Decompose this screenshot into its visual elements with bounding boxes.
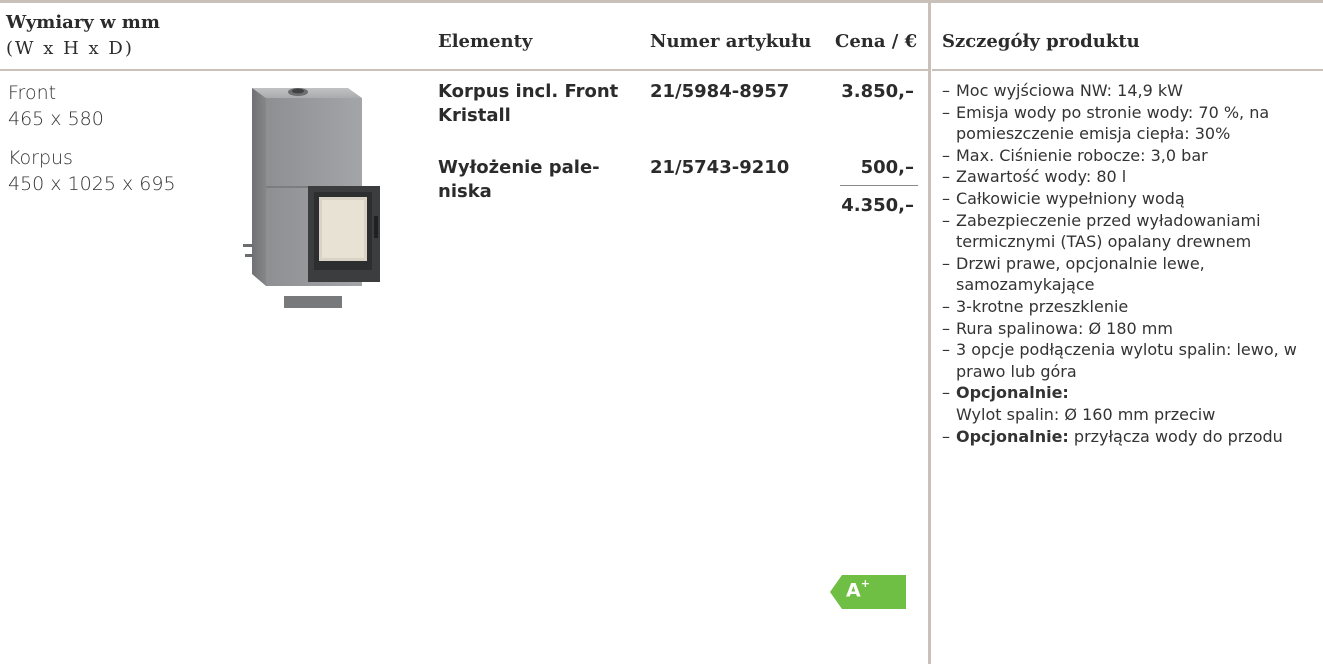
- detail-text: Emisja wody po stronie wody: 70 %, na po…: [956, 102, 1270, 144]
- row-1-element-line1: Korpus incl. Front: [438, 81, 619, 102]
- detail-item: 3-krotne przeszklenie: [942, 296, 1317, 318]
- detail-text: Moc wyjściowa NW: 14,9 kW: [956, 81, 1183, 100]
- detail-text: Zabezpieczenie przed wyładowaniami termi…: [956, 210, 1261, 252]
- header-product-details: Szczegóły produktu: [942, 31, 1140, 52]
- detail-item: Drzwi prawe, opcjonalnie lewe, samozamyk…: [942, 253, 1317, 296]
- detail-item: Opcjonalnie:Wylot spalin: Ø 160 mm przec…: [942, 382, 1317, 425]
- detail-text: Max. Ciśnienie robocze: 3,0 bar: [956, 145, 1208, 165]
- detail-item: Max. Ciśnienie robocze: 3,0 bar: [942, 145, 1317, 167]
- header-rule-right: [932, 69, 1323, 71]
- detail-text: Drzwi prawe, opcjonalnie lewe, samozamyk…: [956, 253, 1205, 295]
- top-rule: [0, 0, 1323, 3]
- detail-item: Całkowicie wypełniony wodą: [942, 188, 1317, 210]
- detail-text: przyłącza wody do przodu: [1073, 426, 1283, 446]
- detail-text: 3-krotne przeszklenie: [956, 296, 1129, 316]
- header-article-number: Numer artykułu: [650, 31, 812, 52]
- row-1-element-line2: Kristall: [438, 105, 511, 126]
- header-rule: [0, 69, 928, 71]
- header-price: Cena / €: [835, 31, 918, 52]
- dimension-front-label: Front: [8, 82, 57, 104]
- column-separator: [928, 0, 931, 664]
- energy-class-text: A+: [846, 577, 870, 602]
- row-2-element-line1: Wyłożenie pale-: [438, 157, 600, 178]
- row-1-price: 3.850,–: [841, 81, 914, 102]
- header-dimensions: Wymiary w mm: [6, 12, 160, 33]
- header-elements: Elementy: [438, 31, 533, 52]
- row-2-price: 500,–: [860, 157, 914, 178]
- detail-item: Zabezpieczenie przed wyładowaniami termi…: [942, 210, 1317, 253]
- total-rule: [840, 185, 918, 186]
- detail-item: Moc wyjściowa NW: 14,9 kW: [942, 80, 1317, 102]
- stove-product-image: [243, 88, 380, 308]
- dimension-korpus-value: 450 x 1025 x 695: [8, 173, 176, 195]
- product-details-list: Moc wyjściowa NW: 14,9 kW Emisja wody po …: [942, 80, 1317, 447]
- dimension-korpus-label: Korpus: [8, 147, 73, 169]
- detail-text: 3 opcje podłączenia wylotu spalin: lewo,…: [956, 340, 1297, 381]
- detail-text: Rura spalinowa: Ø 180 mm: [956, 318, 1173, 338]
- row-2-element-line2: niska: [438, 181, 492, 202]
- detail-text: Całkowicie wypełniony wodą: [956, 188, 1185, 208]
- detail-bold-label: Opcjonalnie:: [956, 426, 1069, 446]
- detail-item: Rura spalinowa: Ø 180 mm: [942, 318, 1317, 340]
- detail-bold-label: Opcjonalnie:: [956, 383, 1069, 403]
- row-1-article-number: 21/5984-8957: [650, 81, 790, 102]
- detail-text: Zawartość wody: 80 l: [956, 167, 1127, 187]
- dimension-front-value: 465 x 580: [8, 108, 104, 130]
- detail-item: Opcjonalnie: przyłącza wody do przodu: [942, 426, 1317, 448]
- total-price: 4.350,–: [841, 195, 914, 216]
- detail-item: 3 opcje podłączenia wylotu spalin: lewo,…: [942, 339, 1317, 382]
- detail-item: Zawartość wody: 80 l: [942, 166, 1317, 188]
- row-2-article-number: 21/5743-9210: [650, 157, 790, 178]
- header-dimensions-sub: (W x H x D): [6, 38, 134, 59]
- detail-text: Wylot spalin: Ø 160 mm przeciw: [956, 404, 1216, 424]
- detail-item: Emisja wody po stronie wody: 70 %, na po…: [942, 102, 1317, 145]
